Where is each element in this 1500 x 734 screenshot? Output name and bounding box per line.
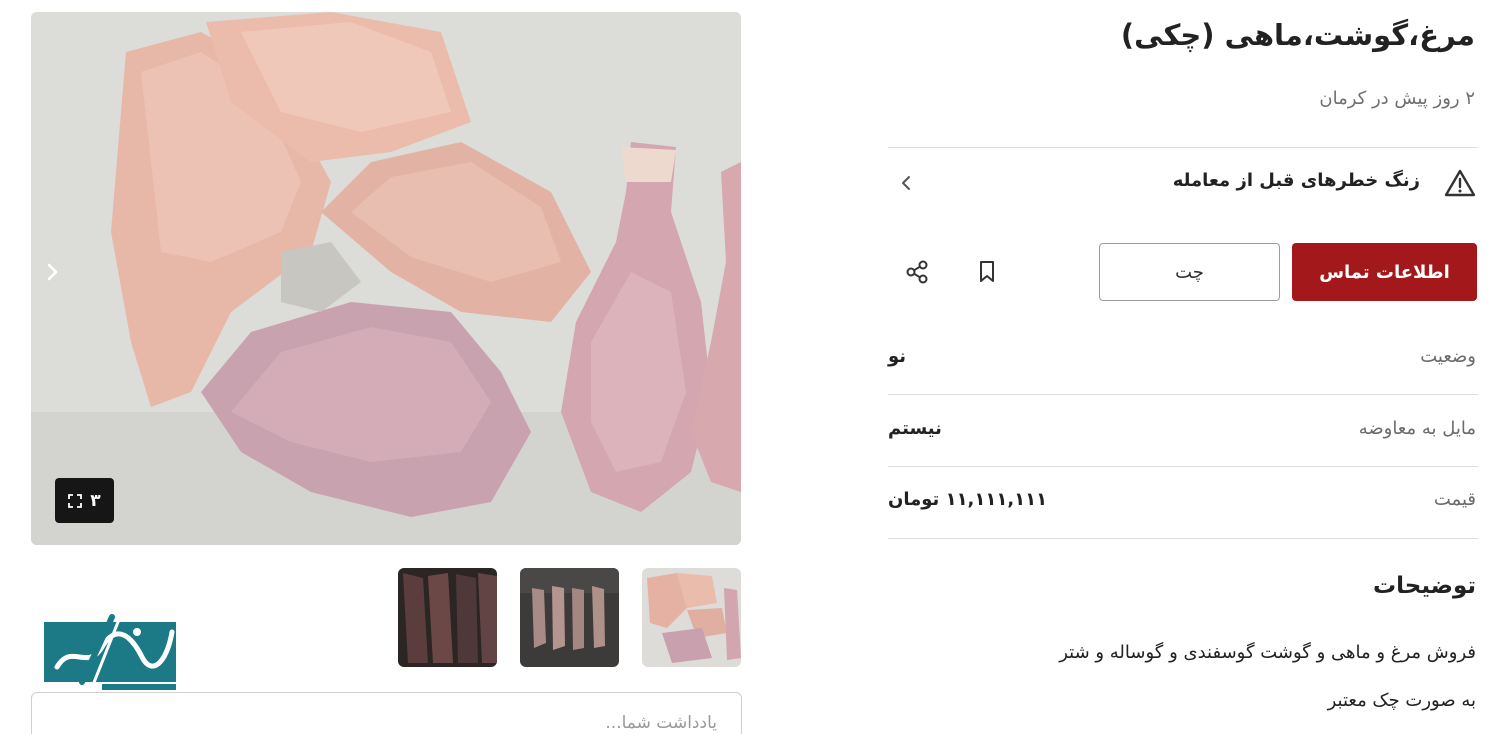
attribute-value: نو [888,346,907,367]
scam-warning-label: زنگ خطرهای قبل از معامله [1172,170,1420,191]
next-photo-button[interactable] [44,262,76,294]
photo-counter-button[interactable]: ۳ [55,478,114,523]
description-line: به صورت چک معتبر [1327,690,1476,711]
divider [888,466,1478,467]
main-photo[interactable] [31,12,741,545]
attribute-label: وضعیت [1420,346,1476,367]
thumbnail-2[interactable] [520,568,619,667]
bookmark-button[interactable] [971,256,1003,288]
share-button[interactable] [901,256,933,288]
share-icon [906,260,928,284]
warning-triangle-icon [1444,169,1476,197]
chicken-photo-illustration [31,12,741,545]
attribute-row-exchange: مایل به معاوضه نیستم [888,410,1478,450]
bookmark-icon [980,261,994,282]
description-line: فروش مرغ و ماهی و گوشت گوسفندی و گوساله … [1059,642,1476,663]
description-heading: توضیحات [1373,573,1476,599]
contact-info-button[interactable]: اطلاعات تماس [1292,243,1477,301]
chevron-right-icon [47,263,58,281]
thumbnail-1[interactable] [642,568,741,667]
listing-title: مرغ،گوشت،ماهی (چکی) [1120,18,1475,52]
thumbnail-3[interactable] [398,568,497,667]
divider [888,538,1478,539]
thumbnail-image [520,568,619,667]
attribute-row-price: قیمت ۱۱,۱۱۱,۱۱۱ تومان [888,481,1478,521]
scam-warning-row[interactable]: زنگ خطرهای قبل از معامله [888,160,1478,206]
divider [888,394,1478,395]
attribute-label: مایل به معاوضه [1358,418,1476,439]
watermark-logo [42,610,178,702]
expand-icon [68,493,83,508]
attribute-label: قیمت [1433,489,1476,510]
thumbnail-image [642,568,741,667]
attribute-row-status: وضعیت نو [888,338,1478,378]
divider [888,147,1478,148]
thumbnail-image [398,568,497,667]
photo-count: ۳ [90,490,101,511]
note-box[interactable] [31,692,742,734]
note-input[interactable] [117,713,717,733]
price-value: ۱۱,۱۱۱,۱۱۱ تومان [888,489,1048,510]
chat-button[interactable]: چت [1099,243,1280,301]
listing-time-location: ۲ روز پیش در کرمان [1319,88,1475,109]
chevron-left-icon [902,176,910,190]
attribute-value: نیستم [888,418,942,439]
